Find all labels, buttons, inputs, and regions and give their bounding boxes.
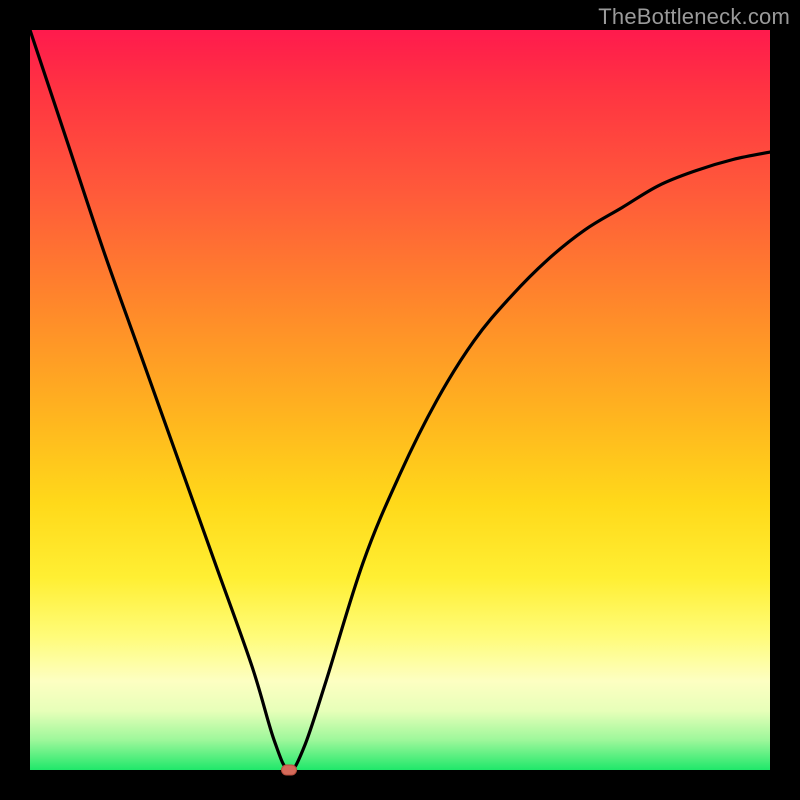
bottleneck-curve (30, 30, 770, 770)
watermark-text: TheBottleneck.com (598, 4, 790, 30)
optimum-marker (282, 765, 297, 775)
plot-area (30, 30, 770, 770)
chart-frame: TheBottleneck.com (0, 0, 800, 800)
curve-layer (30, 30, 770, 770)
